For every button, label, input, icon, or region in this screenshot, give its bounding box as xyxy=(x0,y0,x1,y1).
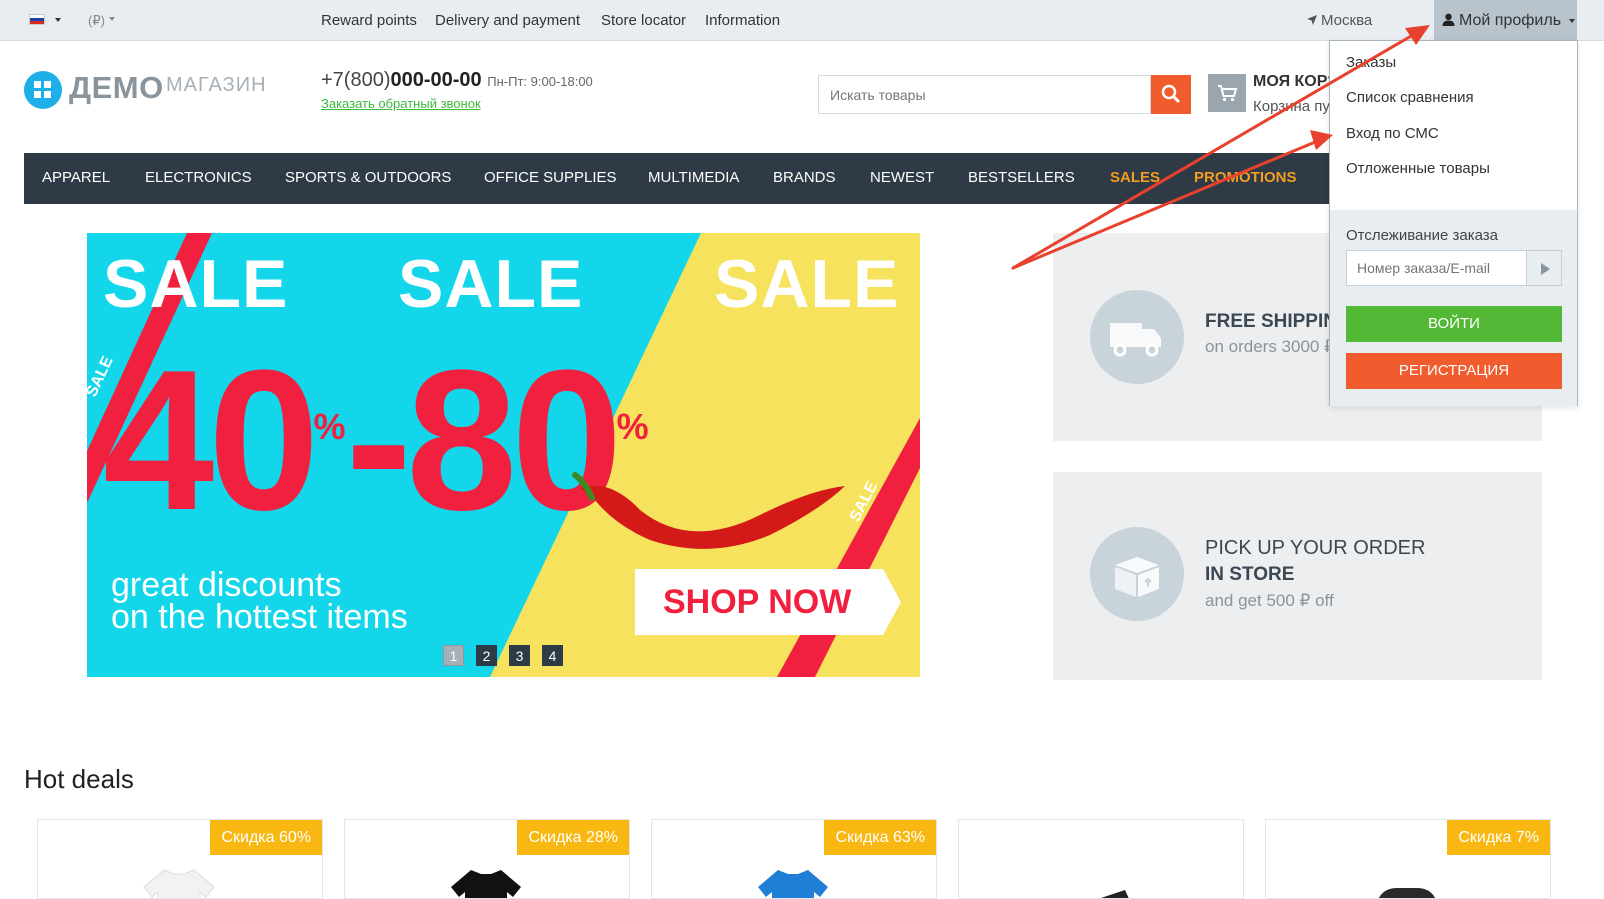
logo-text-main[interactable]: ДЕМО xyxy=(69,70,164,106)
truck-icon xyxy=(1090,290,1184,384)
percent-sign-1: % xyxy=(313,406,346,447)
nav-apparel[interactable]: APPAREL xyxy=(42,169,110,186)
phone-number: +7(800)000-00-00 Пн-Пт: 9:00-18:00 xyxy=(321,69,593,92)
top-bar: (₽) Reward points Delivery and payment S… xyxy=(0,0,1604,41)
order-tracking-submit-button[interactable] xyxy=(1527,250,1562,286)
discount-badge: Скидка 28% xyxy=(517,820,629,855)
nav-bestsellers[interactable]: BESTSELLERS xyxy=(968,169,1075,186)
slide-dot-1[interactable]: 1 xyxy=(443,645,464,666)
black-device-image xyxy=(1101,890,1129,898)
russia-flag-icon[interactable] xyxy=(29,14,45,25)
currency-selector[interactable]: (₽) xyxy=(88,13,115,29)
nav-sports-outdoors[interactable]: SPORTS & OUTDOORS xyxy=(285,169,451,186)
nav-office-supplies[interactable]: OFFICE SUPPLIES xyxy=(484,169,617,186)
tagline-line-1: great discounts xyxy=(111,566,342,604)
cart-button[interactable] xyxy=(1208,74,1246,112)
black-tshirt-image xyxy=(451,870,521,898)
pickup-promo[interactable]: PICK UP YOUR ORDER IN STORE and get 500 … xyxy=(1053,472,1542,680)
user-icon xyxy=(1442,13,1455,26)
nav-newest[interactable]: NEWEST xyxy=(870,169,934,186)
promo-banner[interactable]: SALE SALE SALE SALE SALE 40%-80% great d… xyxy=(87,233,920,677)
reward-points-link[interactable]: Reward points xyxy=(321,12,417,29)
callback-link[interactable]: Заказать обратный звонок xyxy=(321,96,481,111)
location-arrow-icon xyxy=(1307,15,1317,25)
delivery-payment-link[interactable]: Delivery and payment xyxy=(435,12,580,29)
cart-icon xyxy=(1218,85,1238,102)
menu-item-compare-list[interactable]: Список сравнения xyxy=(1346,89,1474,106)
product-card[interactable]: Скидка 28% xyxy=(344,819,630,899)
shop-now-button[interactable]: SHOP NOW xyxy=(635,569,883,635)
gamepad-image xyxy=(1378,888,1436,898)
menu-item-sms-login[interactable]: Вход по СМС xyxy=(1346,125,1439,142)
search-icon xyxy=(1161,84,1180,103)
open-box-icon xyxy=(1090,527,1184,621)
slide-dot-2[interactable]: 2 xyxy=(476,645,497,666)
product-card[interactable]: Скидка 63% xyxy=(651,819,937,899)
login-button[interactable]: ВОЙТИ xyxy=(1346,306,1562,342)
nav-brands[interactable]: BRANDS xyxy=(773,169,836,186)
pickup-subtitle: IN STORE xyxy=(1205,564,1295,585)
discount-badge: Скидка 63% xyxy=(824,820,936,855)
order-tracking-section: Отслеживание заказа ВОЙТИ РЕГИСТРАЦИЯ xyxy=(1330,210,1577,406)
working-hours: Пн-Пт: 9:00-18:00 xyxy=(487,74,593,89)
currency-label: (₽) xyxy=(88,13,105,28)
product-card[interactable]: Скидка 7% xyxy=(1265,819,1551,899)
information-link[interactable]: Information xyxy=(705,12,780,29)
my-profile-button[interactable]: Мой профиль xyxy=(1434,0,1577,41)
sale-word-2: SALE xyxy=(398,246,584,322)
main-navigation: APPAREL ELECTRONICS SPORTS & OUTDOORS OF… xyxy=(24,153,1542,204)
discount-badge: Скидка 60% xyxy=(210,820,322,855)
phone-prefix: +7(800) xyxy=(321,69,391,91)
hot-deals-title: Hot deals xyxy=(24,764,134,794)
percent-sign-2: % xyxy=(616,406,649,447)
tagline-line-2: on the hottest items xyxy=(111,598,408,637)
pickup-discount: and get 500 ₽ off xyxy=(1205,591,1334,610)
register-button[interactable]: РЕГИСТРАЦИЯ xyxy=(1346,353,1562,389)
language-chevron-down-icon[interactable] xyxy=(55,18,61,22)
nav-electronics[interactable]: ELECTRONICS xyxy=(145,169,252,186)
free-shipping-subtitle: on orders 3000 ₽ xyxy=(1205,337,1335,356)
phone-digits: 000-00-00 xyxy=(390,69,482,91)
nav-multimedia[interactable]: MULTIMEDIA xyxy=(648,169,739,186)
menu-item-saved-items[interactable]: Отложенные товары xyxy=(1346,160,1490,177)
sale-word-3: SALE xyxy=(714,246,900,322)
logo-text-sub[interactable]: МАГАЗИН xyxy=(166,74,267,97)
blue-tshirt-image xyxy=(758,870,828,898)
discount-range: 40%-80% xyxy=(103,329,649,552)
search-button[interactable] xyxy=(1151,75,1191,114)
my-profile-label: Мой профиль xyxy=(1459,12,1562,29)
shop-now-arrow-tip xyxy=(883,569,901,635)
play-arrow-icon xyxy=(1541,263,1550,275)
slide-dot-4[interactable]: 4 xyxy=(542,645,563,666)
discount-from: 40 xyxy=(103,329,319,552)
profile-dropdown-menu: Заказы Список сравнения Вход по СМС Отло… xyxy=(1329,40,1578,406)
order-tracking-input[interactable] xyxy=(1346,250,1527,286)
product-card[interactable] xyxy=(958,819,1244,899)
search-input[interactable] xyxy=(818,75,1151,114)
menu-item-orders[interactable]: Заказы xyxy=(1346,54,1396,71)
slide-dot-3[interactable]: 3 xyxy=(509,645,530,666)
sale-word-1: SALE xyxy=(103,246,289,322)
city-selector[interactable]: Москва xyxy=(1306,12,1372,29)
chili-pepper-image xyxy=(572,472,845,549)
discount-badge: Скидка 7% xyxy=(1447,820,1550,855)
banner-tagline: great discounts on the hottest items xyxy=(111,566,408,637)
white-tshirt-image xyxy=(143,869,215,898)
nav-promotions[interactable]: PROMOTIONS xyxy=(1194,169,1297,186)
pickup-title: PICK UP YOUR ORDER xyxy=(1205,537,1426,559)
store-locator-link[interactable]: Store locator xyxy=(601,12,686,29)
product-card[interactable]: Скидка 60% xyxy=(37,819,323,899)
logo-icon[interactable] xyxy=(24,71,62,109)
order-tracking-label: Отслеживание заказа xyxy=(1346,227,1499,244)
city-label: Москва xyxy=(1321,12,1373,29)
nav-sales[interactable]: SALES xyxy=(1110,169,1160,186)
